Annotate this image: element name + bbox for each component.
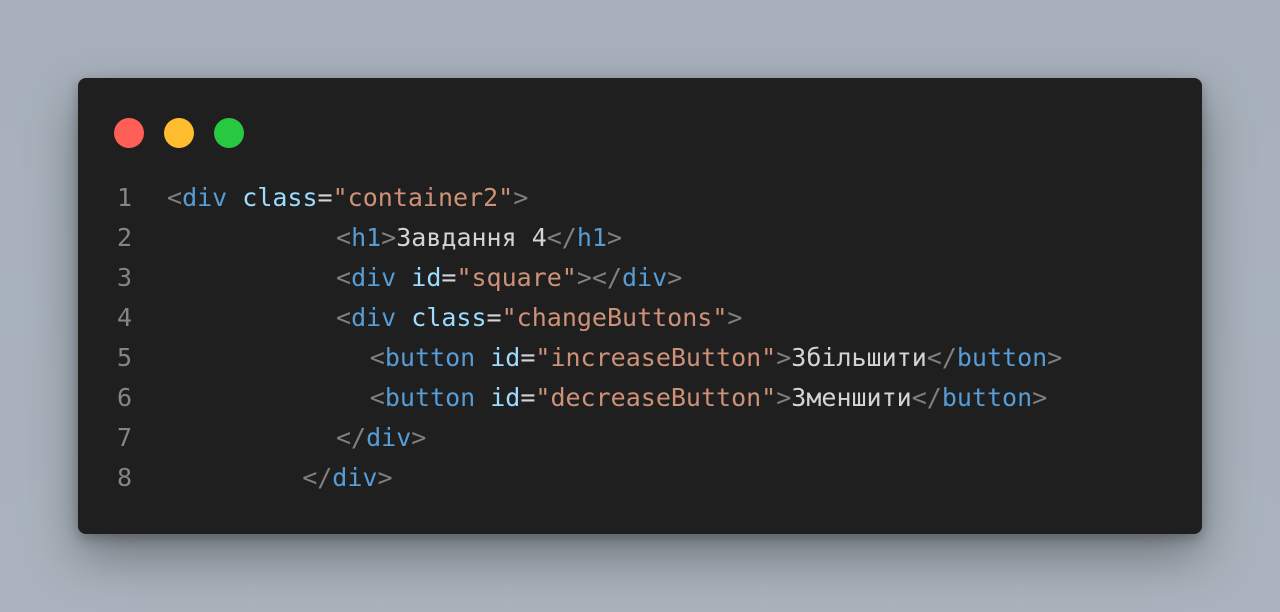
code-attribute-name: id	[490, 383, 521, 412]
code-punctuation: >	[513, 183, 529, 212]
code-tag-name: button	[384, 343, 476, 372]
code-tag-name: button	[956, 343, 1048, 372]
code-line: 6 <button id="decreaseButton">Зменшити</b…	[78, 378, 1202, 418]
code-line: 5 <button id="increaseButton">Збільшити</…	[78, 338, 1202, 378]
code-punctuation: </	[546, 223, 577, 252]
code-punctuation: ></	[576, 263, 623, 292]
code-equals: =	[441, 263, 457, 292]
line-number: 7	[116, 423, 132, 452]
code-equals: =	[317, 183, 333, 212]
code-content: <div class="changeButtons">	[336, 298, 742, 338]
code-punctuation: <	[336, 303, 352, 332]
code-attribute-name: id	[490, 343, 521, 372]
code-line: 1 <div class="container2">	[78, 178, 1202, 218]
code-tag-name: button	[941, 383, 1033, 412]
code-punctuation: >	[377, 463, 393, 492]
code-line: 4 <div class="changeButtons">	[78, 298, 1202, 338]
code-attribute-name: class	[242, 183, 318, 212]
code-attribute-name: class	[411, 303, 487, 332]
code-punctuation: </	[302, 463, 333, 492]
code-punctuation: >	[1047, 343, 1063, 372]
line-number: 1	[116, 183, 132, 212]
code-line: 2 <h1>Завдання 4</h1>	[78, 218, 1202, 258]
code-tag-name: button	[384, 383, 476, 412]
code-attribute-name: id	[411, 263, 442, 292]
line-number: 4	[116, 303, 132, 332]
line-number: 2	[116, 223, 132, 252]
code-content: </div>	[302, 458, 392, 498]
code-string: "decreaseButton"	[535, 383, 777, 412]
code-equals: =	[486, 303, 502, 332]
line-number: 3	[116, 263, 132, 292]
code-string: "changeButtons"	[501, 303, 728, 332]
code-punctuation: >	[776, 343, 792, 372]
code-content: </div>	[336, 418, 426, 458]
code-tag-name: h1	[351, 223, 382, 252]
code-line: 8 </div>	[78, 458, 1202, 498]
line-number: 5	[116, 343, 132, 372]
code-punctuation: </	[336, 423, 367, 452]
code-punctuation: <	[369, 343, 385, 372]
close-window-button[interactable]	[114, 118, 144, 148]
code-tag-name: h1	[576, 223, 607, 252]
code-line: 3 <div id="square"></div>	[78, 258, 1202, 298]
code-punctuation: <	[167, 183, 183, 212]
code-punctuation: >	[727, 303, 743, 332]
code-tag-name: div	[182, 183, 228, 212]
code-content: <button id="decreaseButton">Зменшити</bu…	[370, 378, 1047, 418]
line-number: 6	[116, 383, 132, 412]
code-line: 7 </div>	[78, 418, 1202, 458]
minimize-window-button[interactable]	[164, 118, 194, 148]
code-punctuation: >	[411, 423, 427, 452]
code-punctuation: <	[336, 223, 352, 252]
maximize-window-button[interactable]	[214, 118, 244, 148]
code-punctuation: >	[606, 223, 623, 252]
code-punctuation: <	[369, 383, 385, 412]
code-content: <div class="container2">	[167, 178, 528, 218]
code-content: <div id="square"></div>	[336, 258, 682, 298]
code-text: Збільшити	[791, 343, 927, 372]
code-string: "container2"	[332, 183, 514, 212]
code-content: <button id="increaseButton">Збільшити</b…	[370, 338, 1062, 378]
code-equals: =	[520, 383, 536, 412]
code-content: <h1>Завдання 4</h1>	[336, 218, 622, 258]
code-punctuation: </	[926, 343, 957, 372]
code-punctuation: <	[336, 263, 352, 292]
code-punctuation: >	[381, 223, 397, 252]
line-number: 8	[116, 463, 132, 492]
code-text: Зменшити	[791, 383, 912, 412]
code-tag-name: div	[351, 303, 397, 332]
code-window: 1 <div class="container2"> 2 <h1>Завдання 4…	[78, 78, 1202, 534]
code-tag-name: div	[366, 423, 412, 452]
code-string: "square"	[456, 263, 577, 292]
code-tag-name: div	[332, 463, 378, 492]
code-string: "increaseButton"	[535, 343, 777, 372]
code-block: 1 <div class="container2"> 2 <h1>Завдання 4…	[78, 178, 1202, 498]
code-punctuation: >	[776, 383, 792, 412]
code-punctuation: </	[911, 383, 942, 412]
code-text: Завдання 4	[396, 223, 547, 252]
code-equals: =	[520, 343, 536, 372]
code-tag-name: div	[351, 263, 397, 292]
code-punctuation: >	[1032, 383, 1048, 412]
code-punctuation: >	[667, 263, 683, 292]
code-tag-name: div	[622, 263, 668, 292]
